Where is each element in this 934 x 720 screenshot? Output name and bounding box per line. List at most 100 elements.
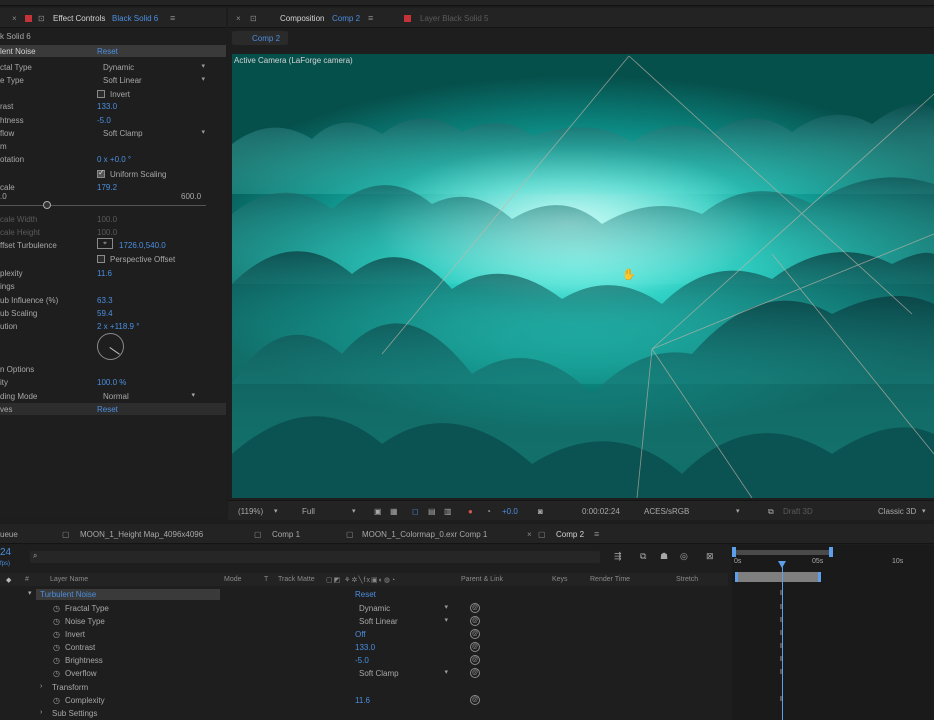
ec-row-value[interactable]: 63.3	[97, 296, 113, 305]
close-icon[interactable]: ×	[236, 14, 241, 23]
resolution-select[interactable]: Full	[302, 507, 315, 516]
lock-icon[interactable]: ⊡	[250, 14, 257, 23]
timeline-property-value[interactable]: -5.0	[355, 656, 369, 665]
expression-pickwhip-icon[interactable]: @	[470, 629, 480, 639]
draft-3d-icon[interactable]: ⧉	[768, 507, 774, 517]
expand-arrow-icon[interactable]: ▾	[28, 589, 32, 597]
comp-mini-flowchart-icon[interactable]: ⇶	[614, 551, 622, 562]
timeline-search-input[interactable]: ⌕	[30, 551, 600, 563]
stopwatch-icon[interactable]: ◷	[53, 656, 60, 665]
blending-mode-select[interactable]: Normal ▾	[97, 391, 197, 402]
timeline-property-row[interactable]: ◷ Invert Off @	[0, 628, 728, 641]
effect-reset-link[interactable]: Reset	[355, 590, 376, 599]
offset-turbulence-value[interactable]: 1726.0,540.0	[119, 241, 166, 250]
composition-tab-comp[interactable]: Comp 2	[332, 14, 360, 23]
zoom-select[interactable]: (119%)	[238, 507, 263, 516]
expand-arrow-icon[interactable]: ›	[40, 683, 42, 690]
expression-pickwhip-icon[interactable]: @	[470, 655, 480, 665]
draft-3d-timeline-icon[interactable]: ⧉	[640, 551, 646, 562]
timeline-property-select[interactable]: Dynamic ▾	[355, 603, 450, 614]
timeline-property-select[interactable]: Soft Linear ▾	[355, 616, 450, 627]
ec-row-value[interactable]: 133.0	[97, 102, 117, 111]
keyframe-marker[interactable]: I	[780, 604, 785, 611]
curves-reset-link[interactable]: Reset	[97, 405, 118, 414]
ec-row-value[interactable]: 11.6	[97, 269, 112, 278]
rotation-dial[interactable]	[97, 333, 124, 360]
close-icon[interactable]: ×	[527, 530, 532, 539]
motion-blur-icon[interactable]: ◎	[680, 551, 688, 562]
effect-reset-link[interactable]: Reset	[97, 47, 118, 56]
region-of-interest-icon[interactable]: ▣	[374, 507, 382, 516]
panel-menu-icon[interactable]: ≡	[368, 13, 373, 23]
timeline-property-row[interactable]: ◷ Noise Type Soft Linear ▾ @	[0, 615, 728, 628]
crosshair-icon[interactable]: ⌖	[97, 238, 113, 249]
ec-row-select[interactable]: Dynamic ▾	[97, 62, 207, 73]
composition-viewer[interactable]: Active Camera (LaForge camera) ✋	[232, 54, 934, 498]
shy-icon[interactable]: ☗	[660, 551, 668, 562]
ec-row-value[interactable]: 59.4	[97, 309, 113, 318]
timeline-property-row[interactable]: ◷ Brightness -5.0 @	[0, 654, 728, 667]
ec-row-value[interactable]: 2 x +118.9 °	[97, 322, 139, 331]
expression-pickwhip-icon[interactable]: @	[470, 642, 480, 652]
col-layer-name[interactable]: Layer Name	[50, 576, 88, 583]
ec-row-select[interactable]: Soft Linear ▾	[97, 75, 207, 86]
effect-controls-layer[interactable]: Black Solid 6	[112, 14, 158, 23]
tab-moon-height-map[interactable]: MOON_1_Height Map_4096x4096	[80, 530, 203, 539]
ec-row-select[interactable]: Soft Clamp ▾	[97, 128, 207, 139]
panel-menu-icon[interactable]: ≡	[170, 13, 175, 23]
keyframe-marker[interactable]: I	[780, 590, 785, 597]
ec-row-value[interactable]: 179.2	[97, 183, 117, 192]
navigator-start-handle[interactable]	[732, 547, 736, 557]
timeline-property-select[interactable]: Soft Clamp ▾	[355, 668, 450, 679]
current-time[interactable]: 24	[0, 547, 11, 558]
navigator-end-handle[interactable]	[829, 547, 833, 557]
color-channel-icon[interactable]: ●	[468, 507, 473, 516]
effect-row-selected[interactable]: lent Noise Reset	[0, 45, 226, 57]
mask-visibility-icon[interactable]: ◻	[412, 507, 419, 516]
effect-row-turbulent-noise[interactable]: ▾ Turbulent Noise	[28, 589, 220, 600]
lock-icon[interactable]: ⊡	[38, 14, 45, 23]
curves-row[interactable]: ves Reset	[0, 403, 226, 415]
expression-pickwhip-icon[interactable]: @	[470, 668, 480, 678]
expression-pickwhip-icon[interactable]: @	[470, 603, 480, 613]
renderer-select[interactable]: Classic 3D	[878, 507, 916, 516]
tab-moon-colormap-comp[interactable]: MOON_1_Colormap_0.exr Comp 1	[362, 530, 487, 539]
expand-arrow-icon[interactable]: ›	[40, 709, 42, 716]
opacity-value[interactable]: 100.0 %	[97, 378, 126, 387]
transparency-grid-icon[interactable]: ▦	[390, 507, 398, 516]
timeline-property-value[interactable]: Off	[355, 630, 366, 639]
expression-pickwhip-icon[interactable]: @	[470, 695, 480, 705]
work-area-bar[interactable]	[735, 572, 821, 582]
timeline-property-row[interactable]: ◷ Overflow Soft Clamp ▾ @	[0, 667, 728, 680]
stopwatch-icon[interactable]: ◷	[53, 669, 60, 678]
chevron-down-icon[interactable]: ▾	[274, 507, 278, 515]
timeline-property-row[interactable]: ◷ Fractal Type Dynamic ▾ @	[0, 602, 728, 615]
channel-icon[interactable]: ▥	[444, 507, 452, 516]
timeline-property-row[interactable]: › Transform	[0, 681, 728, 694]
stopwatch-icon[interactable]: ◷	[53, 617, 60, 626]
keyframe-marker[interactable]: I	[780, 617, 785, 624]
chevron-down-icon[interactable]: ▾	[736, 507, 740, 515]
keyframe-marker[interactable]: I	[780, 630, 785, 637]
snapshot-icon[interactable]: ◙	[538, 507, 543, 516]
timeline-property-value[interactable]: 11.6	[355, 696, 370, 705]
stopwatch-icon[interactable]: ◷	[53, 696, 60, 705]
chevron-down-icon[interactable]: ▾	[352, 507, 356, 515]
keyframe-marker[interactable]: I	[780, 656, 785, 663]
time-navigator-bar[interactable]	[735, 550, 831, 555]
ec-row-value[interactable]: -5.0	[97, 116, 111, 125]
keyframe-marker[interactable]: I	[780, 696, 785, 703]
composition-tab-title[interactable]: Composition	[280, 14, 324, 23]
layer-tab[interactable]: Layer Black Solid 5	[420, 14, 488, 23]
comp-navigator-tab[interactable]: Comp 2	[232, 31, 288, 45]
panel-menu-icon[interactable]: ≡	[594, 529, 599, 539]
scale-slider-track[interactable]	[0, 205, 206, 206]
tab-comp-1[interactable]: Comp 1	[272, 530, 300, 539]
ec-row-checkbox[interactable]	[97, 90, 105, 98]
stopwatch-icon[interactable]: ◷	[53, 604, 60, 613]
expression-pickwhip-icon[interactable]: @	[470, 616, 480, 626]
ec-row-checkbox[interactable]	[97, 168, 105, 178]
reset-exposure-icon[interactable]: ◔	[486, 507, 491, 516]
color-space[interactable]: ACES/sRGB	[644, 507, 689, 516]
close-icon[interactable]: ×	[12, 14, 17, 23]
